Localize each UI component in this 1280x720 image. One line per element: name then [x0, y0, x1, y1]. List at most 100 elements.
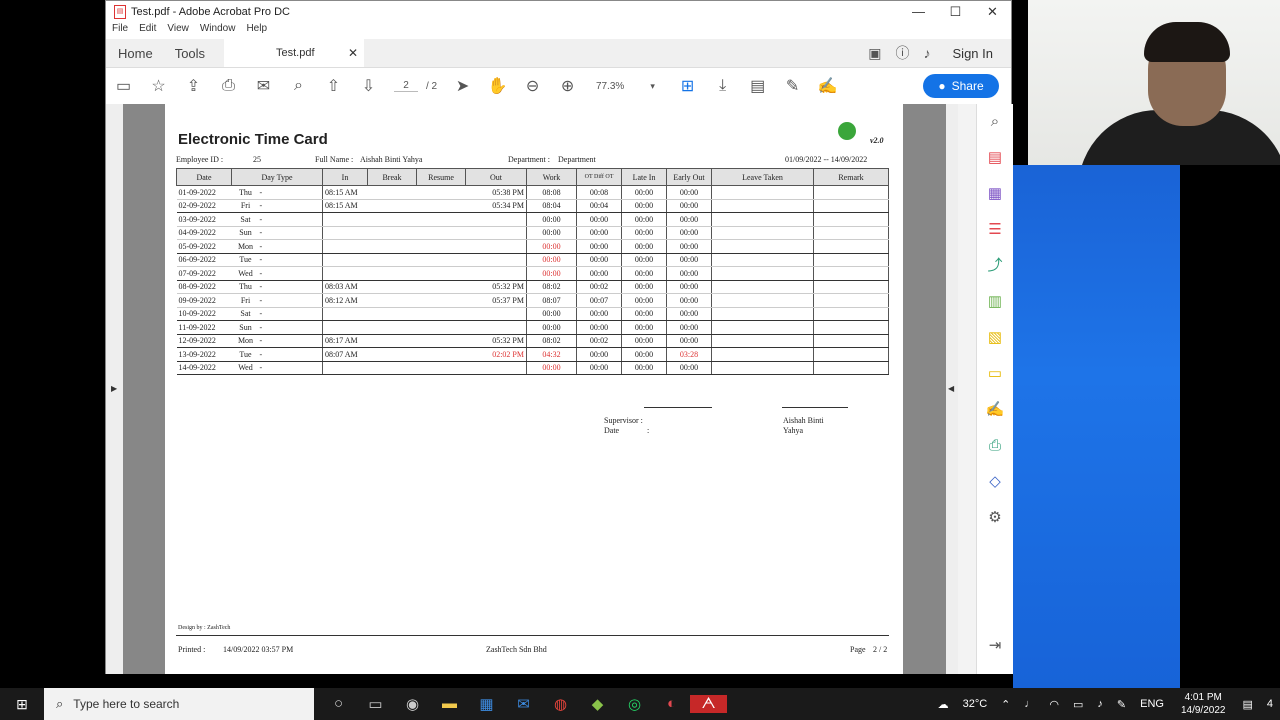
- menu-view[interactable]: View: [167, 23, 189, 39]
- cell-resume: [416, 279, 466, 294]
- acrobat-taskbar-icon[interactable]: ᗅ: [690, 695, 727, 713]
- zoom-in-icon[interactable]: ⊕: [550, 76, 585, 96]
- document-viewer[interactable]: ▶ Electronic Time Card v2.0 Employee ID …: [106, 104, 958, 674]
- zoom-dropdown[interactable]: 77.3%: [585, 81, 635, 92]
- language-indicator[interactable]: ENG: [1140, 698, 1164, 710]
- protect-icon[interactable]: ◇: [977, 464, 1013, 500]
- time-card-title: Electronic Time Card: [178, 131, 328, 148]
- share-button[interactable]: ● Share: [923, 74, 999, 98]
- email-icon[interactable]: ✉: [246, 76, 281, 96]
- maximize-icon[interactable]: ☐: [937, 4, 974, 20]
- star-icon[interactable]: ☆: [141, 76, 176, 96]
- file-explorer-icon[interactable]: ▬: [431, 695, 468, 713]
- edit-pdf-icon[interactable]: ▥: [977, 284, 1013, 320]
- acrobat-window: ▤ Test.pdf - Adobe Acrobat Pro DC — ☐ ✕ …: [105, 0, 1013, 674]
- taskbar-search[interactable]: ⌕ Type here to search: [44, 688, 314, 720]
- export-pdf-icon[interactable]: ⤴: [977, 248, 1013, 284]
- scroll-mode-icon[interactable]: ⤓: [705, 77, 740, 95]
- zoom-out-icon[interactable]: ⊖: [515, 76, 550, 96]
- app-icon-2[interactable]: ◐: [653, 695, 690, 713]
- task-view-icon[interactable]: ▭: [357, 695, 394, 713]
- full-name-value: Aishah Binti Yahya: [360, 155, 423, 164]
- page-down-icon[interactable]: ⇩: [351, 76, 386, 96]
- vertical-scrollbar[interactable]: [958, 104, 976, 674]
- camera-app-icon[interactable]: ◉: [394, 695, 431, 713]
- close-icon[interactable]: ✕: [974, 4, 1011, 20]
- help-icon[interactable]: ⓘ: [896, 43, 910, 63]
- cell-break: [367, 239, 417, 254]
- send-for-comments-icon[interactable]: ▧: [977, 320, 1013, 356]
- page-up-icon[interactable]: ⇧: [316, 76, 351, 96]
- minimize-icon[interactable]: —: [900, 4, 937, 20]
- hand-tool-icon[interactable]: ✋: [480, 76, 515, 96]
- cell-break: [367, 185, 417, 200]
- comment-tool-icon[interactable]: ▭: [977, 356, 1013, 392]
- tab-tools[interactable]: Tools: [175, 46, 205, 61]
- time-card-body: 01-09-2022 Thu -08:15 AM 05:38 PM 08:08 00:08…: [176, 185, 889, 375]
- app-icon[interactable]: ◆: [579, 695, 616, 713]
- pen-icon[interactable]: ✎: [1117, 698, 1126, 711]
- combine-files-icon[interactable]: ▦: [977, 176, 1013, 212]
- collapse-pane-icon[interactable]: ⇥: [977, 628, 1013, 664]
- chrome-icon[interactable]: ◍: [542, 695, 579, 713]
- fit-page-icon[interactable]: ⊞: [670, 76, 705, 96]
- sign-icon[interactable]: ✍: [810, 76, 845, 96]
- print-production-icon[interactable]: ⎙: [977, 428, 1013, 464]
- upload-icon[interactable]: ⇪: [176, 76, 211, 96]
- collapse-right-icon[interactable]: ◀: [948, 384, 954, 393]
- zoom-search-icon[interactable]: ⌕: [977, 104, 1013, 140]
- menu-help[interactable]: Help: [246, 23, 267, 39]
- weather-temp[interactable]: 32°C: [963, 698, 988, 710]
- clock[interactable]: 4:01 PM 14/9/2022: [1181, 691, 1226, 717]
- print-icon[interactable]: ⎙: [211, 77, 246, 95]
- mic-icon[interactable]: ♩: [1024, 698, 1035, 710]
- menu-window[interactable]: Window: [200, 23, 236, 39]
- bell-icon[interactable]: ♪: [924, 45, 931, 61]
- search-icon[interactable]: ⌕: [281, 77, 316, 95]
- organize-pages-icon[interactable]: ☰: [977, 212, 1013, 248]
- expand-left-icon[interactable]: ▶: [111, 384, 117, 393]
- cell-day-type: Wed -: [231, 360, 323, 375]
- battery-icon[interactable]: ▭: [1073, 698, 1083, 711]
- clock-date: 14/9/2022: [1180, 705, 1226, 716]
- whatsapp-icon[interactable]: ◎: [616, 695, 653, 713]
- tray-chevron-icon[interactable]: ⌃: [1001, 698, 1010, 711]
- zoom-chevron-icon[interactable]: ▾: [635, 81, 670, 92]
- page-number-input[interactable]: 2: [394, 80, 418, 92]
- fill-sign-icon[interactable]: ✍: [977, 392, 1013, 428]
- tab-home[interactable]: Home: [118, 46, 153, 61]
- notification-icon[interactable]: ▤: [1242, 698, 1252, 711]
- mail-icon[interactable]: ✉: [505, 695, 542, 713]
- cell-type: -: [259, 255, 263, 265]
- comment-bubble-icon[interactable]: ▣: [868, 45, 881, 62]
- select-cursor-icon[interactable]: ➤: [445, 76, 480, 96]
- menu-edit[interactable]: Edit: [139, 23, 156, 39]
- menu-file[interactable]: File: [112, 23, 128, 39]
- table-row: 13-09-2022 Tue -08:07 AM 02:02 PM 04:32 00:00…: [176, 347, 889, 362]
- cell-day-type: Thu -: [231, 185, 323, 200]
- cell-ot: 00:00: [576, 320, 622, 335]
- comment-icon[interactable]: ▤: [740, 76, 775, 96]
- save-icon[interactable]: ▭: [106, 76, 141, 96]
- cortana-icon[interactable]: ○: [320, 695, 357, 713]
- right-panel-toggle[interactable]: ◀: [946, 104, 958, 674]
- weather-icon[interactable]: ☁: [938, 698, 949, 711]
- network-icon[interactable]: ◠: [1049, 698, 1059, 711]
- table-row: 07-09-2022 Wed -00:00 00:00 00:00 00:00: [176, 266, 889, 281]
- cell-resume: [416, 185, 466, 200]
- store-icon[interactable]: ▦: [468, 695, 505, 713]
- create-pdf-icon[interactable]: ▤: [977, 140, 1013, 176]
- cell-day: Mon: [237, 241, 254, 251]
- volume-icon[interactable]: ♪: [1097, 698, 1103, 710]
- tab-document[interactable]: Test.pdf ✕: [224, 39, 364, 67]
- table-row: 11-09-2022 Sun -00:00 00:00 00:00 00:00: [176, 320, 889, 335]
- close-tab-icon[interactable]: ✕: [348, 46, 358, 60]
- highlight-icon[interactable]: ✎: [775, 76, 810, 96]
- pdf-file-icon: ▤: [114, 5, 126, 19]
- start-windows-icon[interactable]: ⊞: [0, 696, 44, 713]
- left-panel-toggle[interactable]: ▶: [106, 104, 123, 674]
- desktop-wallpaper: [1013, 165, 1180, 688]
- sign-in-link[interactable]: Sign In: [953, 46, 993, 61]
- more-tools-icon[interactable]: ⚙: [977, 500, 1013, 536]
- page-total: / 2: [426, 80, 438, 92]
